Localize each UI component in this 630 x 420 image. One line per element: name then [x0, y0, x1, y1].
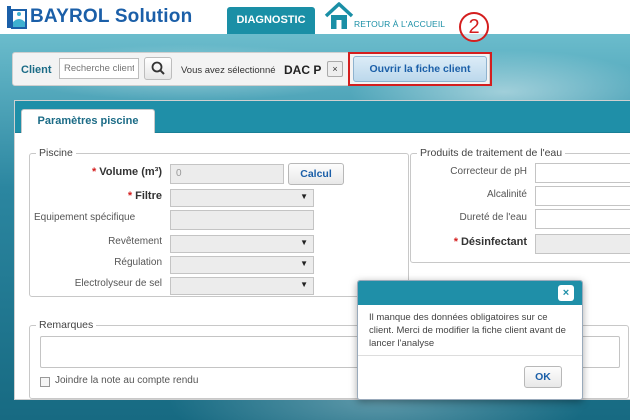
selected-client-name: DAC P — [284, 63, 322, 77]
client-label: Client — [21, 64, 52, 76]
tab-parametres-piscine[interactable]: Paramètres piscine — [21, 109, 155, 133]
piscine-legend: Piscine — [36, 147, 76, 159]
dropdown-arrow-icon: ▼ — [300, 280, 308, 289]
equipement-input[interactable] — [170, 210, 314, 230]
volume-input[interactable]: 0 — [170, 164, 284, 184]
search-icon — [151, 61, 165, 75]
calcul-button[interactable]: Calcul — [288, 163, 344, 185]
open-client-file-button[interactable]: Ouvrir la fiche client — [353, 56, 487, 82]
home-icon[interactable] — [323, 2, 355, 30]
dropdown-arrow-icon: ▼ — [300, 192, 308, 201]
alcalinite-label: Alcalinité — [486, 189, 527, 200]
correcteur-ph-input[interactable] — [535, 163, 630, 183]
tab-diagnostic[interactable]: DIAGNOSTIC — [227, 7, 315, 34]
produits-group: Produits de traitement de l'eau Correcte… — [410, 147, 630, 263]
durete-input[interactable] — [535, 209, 630, 229]
home-link[interactable]: RETOUR À L'ACCUEIL — [354, 19, 445, 29]
top-header: BAYROL Solution DIAGNOSTIC RETOUR À L'AC… — [0, 0, 630, 42]
correcteur-ph-label: Correcteur de pH — [450, 166, 527, 177]
close-icon[interactable]: × — [558, 285, 574, 301]
equipement-label: Equipement spécifique — [34, 212, 136, 223]
required-star: * — [91, 166, 97, 178]
revetement-label: Revêtement — [108, 236, 162, 247]
produits-legend: Produits de traitement de l'eau — [417, 147, 566, 159]
join-note-checkbox[interactable] — [40, 377, 50, 387]
electrolyseur-label: Electrolyseur de sel — [74, 278, 162, 289]
filtre-select[interactable]: ▼ — [170, 189, 314, 207]
piscine-group: Piscine * Volume (m³) 0 Calcul * Filtre ▼ … — [29, 147, 409, 297]
join-note-label: Joindre la note au compte rendu — [55, 375, 199, 386]
dropdown-arrow-icon: ▼ — [300, 238, 308, 247]
panel-tab-strip: Paramètres piscine — [15, 101, 630, 133]
bayrol-logo-icon — [7, 6, 27, 29]
desinfectant-label: * Désinfectant — [453, 236, 527, 248]
electrolyseur-select[interactable]: ▼ — [170, 277, 314, 295]
ok-button[interactable]: OK — [524, 366, 562, 388]
dialog-divider — [358, 355, 582, 356]
revetement-select[interactable]: ▼ — [170, 235, 314, 253]
remarques-legend: Remarques — [36, 319, 97, 331]
dialog-message: Il manque des données obligatoires sur c… — [369, 312, 566, 349]
selected-client-prefix: Vous avez sélectionné — [181, 65, 276, 76]
volume-label: * Volume (m³) — [91, 166, 162, 178]
required-star: * — [453, 236, 458, 248]
dialog-header: × — [358, 281, 582, 305]
app-title: BAYROL Solution — [30, 6, 193, 27]
durete-label: Dureté de l'eau — [459, 212, 527, 223]
desinfectant-input[interactable] — [535, 234, 630, 254]
filtre-label: * Filtre — [127, 190, 162, 202]
alcalinite-input[interactable] — [535, 186, 630, 206]
missing-data-dialog: × Il manque des données obligatoires sur… — [357, 280, 583, 400]
required-star: * — [127, 190, 133, 202]
clear-selection-button[interactable]: × — [327, 61, 343, 77]
regulation-label: Régulation — [114, 257, 162, 268]
dropdown-arrow-icon: ▼ — [300, 259, 308, 268]
regulation-select[interactable]: ▼ — [170, 256, 314, 274]
step-number-badge: 2 — [459, 12, 489, 42]
client-bar: Client Vous avez sélectionné DAC P × Ouv… — [12, 52, 492, 86]
client-search-input[interactable] — [59, 58, 139, 79]
search-button[interactable] — [144, 57, 172, 80]
